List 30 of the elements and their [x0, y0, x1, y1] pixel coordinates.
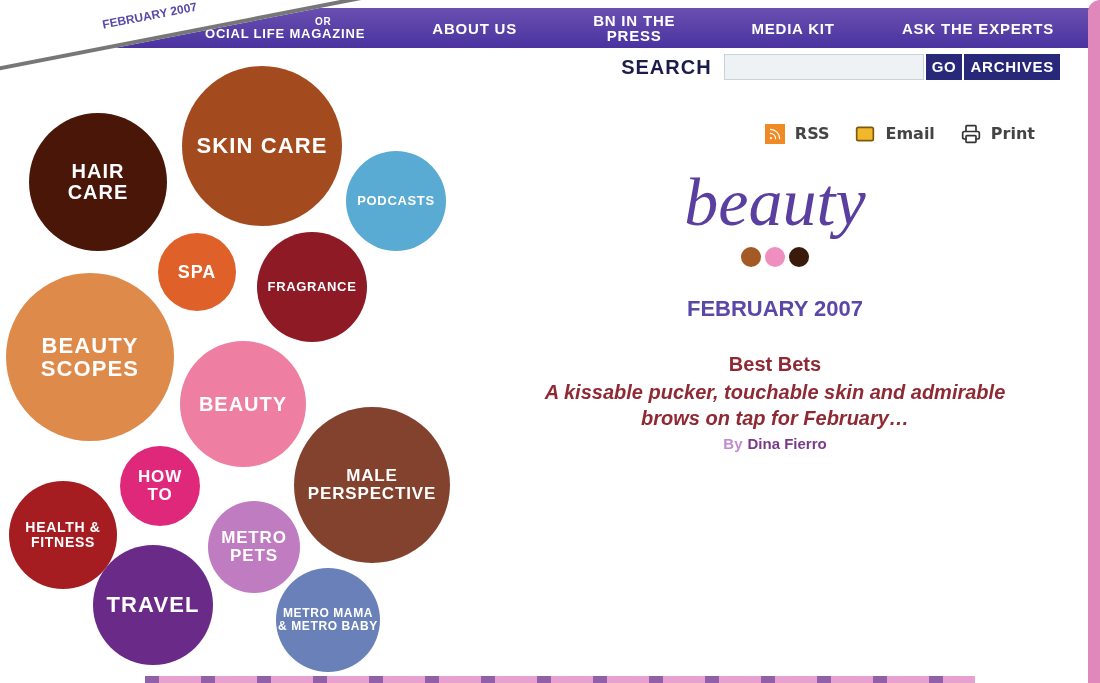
- article-teaser[interactable]: A kissable pucker, touchable skin and admirable brows on tap for February…: [525, 379, 1025, 431]
- category-bubble[interactable]: TRAVEL: [93, 545, 213, 665]
- category-bubble[interactable]: FRAGRANCE: [257, 232, 367, 342]
- printer-icon: [960, 124, 981, 144]
- nav-link[interactable]: BN IN THE PRESS: [584, 13, 685, 43]
- go-button[interactable]: GO: [925, 54, 963, 80]
- category-bubble[interactable]: HEALTH & FITNESS: [9, 481, 117, 589]
- nav-link[interactable]: MEDIA KIT: [751, 20, 835, 36]
- author-name: Dina Fierro: [747, 434, 827, 454]
- brand-text: OR: [315, 16, 332, 27]
- article-title: Best Bets: [728, 352, 822, 377]
- share-link[interactable]: RSS: [764, 122, 830, 146]
- category-bubble[interactable]: METRO MAMA & METRO BABY: [276, 568, 380, 672]
- nav-link[interactable]: ASK THE EXPERTS: [901, 20, 1054, 36]
- archives-button[interactable]: ARCHIVES: [964, 54, 1060, 80]
- category-bubble[interactable]: MALE PERSPECTIVE: [294, 407, 450, 563]
- brand-text: OCIAL LIFE MAGAZINE: [205, 26, 366, 40]
- dots-icon: [740, 246, 810, 268]
- category-bubble[interactable]: SPA: [158, 233, 236, 311]
- share-link[interactable]: Print: [960, 122, 1035, 146]
- rss-icon: [764, 124, 785, 144]
- byline-label: By: [723, 434, 743, 454]
- nav-link[interactable]: ABOUT US: [432, 20, 518, 36]
- category-bubble[interactable]: SKIN CARE: [182, 66, 342, 226]
- search-field[interactable]: [723, 54, 924, 80]
- issue-date: FEBRUARY 2007: [686, 295, 864, 323]
- search-label: SEARCH: [621, 55, 712, 80]
- category-bubble[interactable]: HOW TO: [120, 446, 200, 526]
- category-bubble[interactable]: HAIR CARE: [29, 113, 167, 251]
- share-link[interactable]: Email: [855, 122, 935, 146]
